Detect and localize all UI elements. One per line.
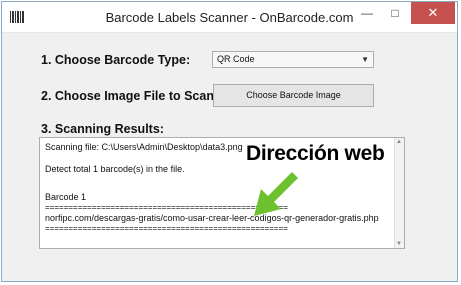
- maximize-icon[interactable]: □: [381, 2, 409, 24]
- chevron-down-icon: ▼: [361, 55, 369, 64]
- result-line: ========================================…: [45, 224, 288, 233]
- green-arrow-icon: [254, 170, 298, 216]
- result-line: Barcode 1: [45, 192, 87, 202]
- barcode-type-label: 1. Choose Barcode Type:: [41, 53, 191, 67]
- scroll-down-icon[interactable]: ▼: [396, 241, 402, 247]
- close-icon[interactable]: ✕: [411, 2, 455, 24]
- choose-image-button[interactable]: Choose Barcode Image: [213, 84, 374, 107]
- result-line: norfipc.com/descargas-gratis/como-usar-c…: [45, 213, 379, 223]
- results-label: 3. Scanning Results:: [41, 122, 164, 136]
- results-scrollbar[interactable]: ▲ ▼: [394, 138, 404, 248]
- barcode-type-value: QR Code: [217, 54, 255, 64]
- image-file-label: 2. Choose Image File to Scan:: [41, 89, 219, 103]
- barcode-type-select[interactable]: QR Code ▼: [212, 51, 374, 68]
- annotation-text: Dirección web: [246, 142, 385, 165]
- scroll-up-icon[interactable]: ▲: [396, 139, 402, 145]
- title-bar: Barcode Labels Scanner - OnBarcode.com —…: [2, 2, 457, 33]
- app-window: Barcode Labels Scanner - OnBarcode.com —…: [1, 1, 458, 282]
- minimize-icon[interactable]: —: [353, 2, 381, 24]
- result-line: [45, 175, 404, 186]
